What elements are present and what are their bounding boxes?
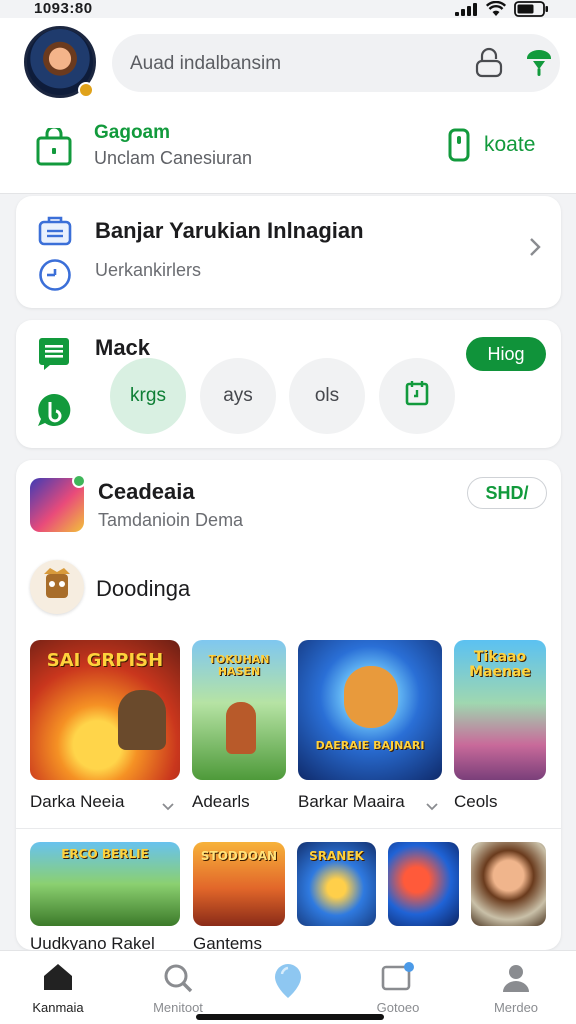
game-tile[interactable]: SAI GRPISH [30, 640, 180, 780]
divider [16, 828, 561, 829]
nav-label-home: Kanmaia [32, 1000, 84, 1015]
nav-profile[interactable] [466, 962, 566, 999]
featured-title: Ceadeaia [98, 479, 195, 504]
game-tile-caption: TOKUHAN HASEN [208, 653, 270, 678]
game-label: Barkar Maaira [298, 792, 405, 811]
game-tile[interactable] [471, 842, 546, 926]
chat-icon [36, 392, 72, 428]
game-tile-caption: DAERAIE BAJNARI [315, 739, 425, 752]
signal-icon [455, 3, 477, 16]
user-icon [501, 965, 531, 998]
chevron-down-icon[interactable] [162, 798, 174, 811]
profile-subtitle: Unclam Canesiuran [94, 148, 253, 168]
contact-button[interactable]: koate [484, 133, 535, 157]
card-title: Banjar Yarukian Inlnagian [95, 218, 364, 243]
status-time: 1093:80 [34, 0, 93, 17]
card-subtitle: Uerkankirlers [95, 260, 202, 280]
chip-krgs[interactable]: krgs [110, 358, 186, 434]
chevron-right-icon[interactable] [528, 236, 542, 258]
game-label: Ceols [454, 792, 498, 811]
chip-ays[interactable]: ays [200, 358, 276, 434]
chip-calendar[interactable] [379, 358, 455, 434]
search-icon [162, 964, 194, 998]
game-label: Adearls [192, 792, 250, 811]
nav-label-profile: Merdeo [493, 1000, 539, 1015]
bag-icon [36, 125, 72, 166]
list-icon [36, 336, 72, 372]
nav-label-search: Menitoot [153, 1000, 203, 1015]
featured-tag-button[interactable]: SHD/ [467, 477, 547, 509]
game-label: Darka Neeia [30, 792, 125, 811]
nav-search[interactable] [128, 962, 228, 999]
mascot-icon [30, 560, 84, 614]
clock-icon [38, 258, 72, 292]
avatar-badge [78, 82, 94, 98]
home-indicator [196, 1014, 384, 1020]
game-tile[interactable]: ERCO BERLIE [30, 842, 180, 926]
profile-title: Gagoam [94, 122, 171, 143]
green-pin-icon[interactable] [526, 48, 552, 78]
game-tile[interactable]: Tikaao Maenae [454, 640, 546, 780]
phone-icon[interactable] [448, 128, 470, 162]
message-icon [381, 962, 415, 998]
info-card[interactable] [16, 196, 561, 308]
game-tile-caption: ERCO BERLIE [61, 847, 149, 861]
nav-messages[interactable] [348, 962, 448, 999]
section-title: Doodinga [96, 576, 191, 601]
thumb-badge [72, 474, 86, 488]
game-tile-caption: Tikaao Maenae [469, 649, 531, 680]
game-tile[interactable] [388, 842, 459, 926]
featured-subtitle: Tamdanioin Dema [98, 510, 244, 530]
search-text: Auad indalbansim [130, 53, 282, 74]
filter-title: Mack [95, 335, 151, 360]
filter-action-button[interactable]: Hiog [466, 337, 546, 371]
nav-home[interactable] [8, 962, 108, 997]
game-tile[interactable]: DAERAIE BAJNARI [298, 640, 442, 780]
chevron-down-icon[interactable] [426, 798, 438, 811]
lock-icon[interactable] [474, 46, 504, 78]
calendar-icon [405, 380, 429, 412]
game-tile[interactable]: STODDOAN [193, 842, 285, 926]
nav-label-messages: Gotoeo [376, 1000, 420, 1015]
briefcase-icon [38, 214, 72, 246]
pin-icon [273, 964, 303, 1004]
game-tile-caption: SAI GRPISH [46, 650, 164, 671]
chip-ols[interactable]: ols [289, 358, 365, 434]
game-tile[interactable]: TOKUHAN HASEN [192, 640, 286, 780]
battery-icon [514, 1, 550, 17]
nav-pin[interactable] [238, 962, 338, 1005]
game-tile[interactable]: SRANEK [297, 842, 376, 926]
game-tile-caption: STODDOAN [200, 849, 278, 863]
game-tile-caption: SRANEK [309, 849, 364, 863]
home-icon [42, 964, 74, 996]
wifi-icon [485, 0, 507, 17]
